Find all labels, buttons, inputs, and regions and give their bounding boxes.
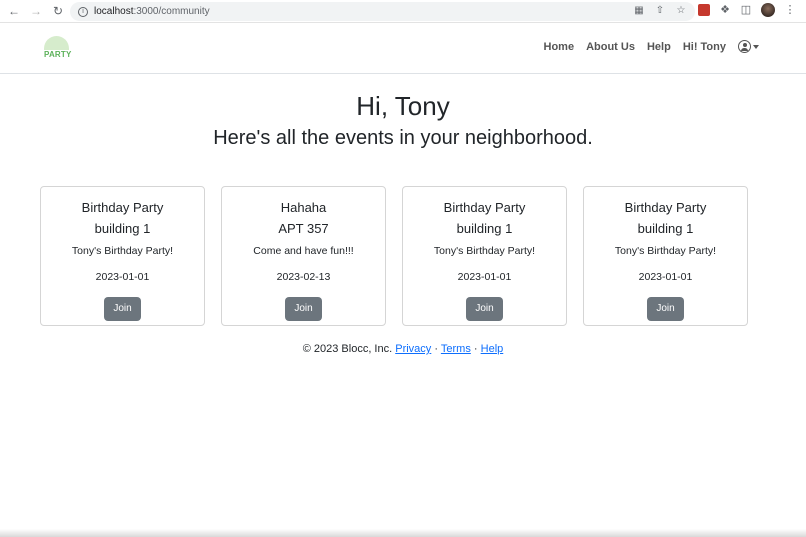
url-path: :3000/community xyxy=(133,6,210,17)
footer-separator: · xyxy=(434,343,439,355)
address-bar[interactable]: i localhost:3000/community ▦ ⇧ ☆ xyxy=(70,2,695,21)
event-date: 2023-01-01 xyxy=(95,271,150,283)
logo-arc xyxy=(44,36,69,50)
site-info-icon[interactable]: i xyxy=(78,6,88,17)
join-button[interactable]: Join xyxy=(285,297,322,321)
event-title: Birthday Party xyxy=(624,200,707,215)
help-link[interactable]: Help xyxy=(481,343,504,355)
event-description: Tony's Birthday Party! xyxy=(614,245,717,257)
star-icon[interactable]: ☆ xyxy=(675,5,687,17)
terms-link[interactable]: Terms xyxy=(441,343,471,355)
event-location: APT 357 xyxy=(278,221,329,236)
event-description: Tony's Birthday Party! xyxy=(71,245,174,257)
user-dropdown[interactable] xyxy=(738,40,759,53)
nav-about-us[interactable]: About Us xyxy=(586,41,635,53)
kebab-menu-icon[interactable]: ⋮ xyxy=(784,4,796,16)
logo-text: PARTY xyxy=(44,50,72,59)
event-location: building 1 xyxy=(94,221,151,236)
browser-toolbar: ← → ↻ i localhost:3000/community ▦ ⇧ ☆ ❖… xyxy=(0,0,806,23)
reload-icon[interactable]: ↻ xyxy=(50,3,66,19)
event-location: building 1 xyxy=(456,221,513,236)
event-card: Hahaha APT 357 Come and have fun!!! 2023… xyxy=(221,186,386,326)
url-host: localhost xyxy=(94,6,134,17)
copyright-text: © 2023 Blocc, Inc. xyxy=(302,343,393,355)
share-icon[interactable]: ⇧ xyxy=(654,5,666,17)
nav-home[interactable]: Home xyxy=(544,41,575,53)
nav-links: Home About Us Help Hi! Tony xyxy=(544,40,759,53)
event-card: Birthday Party building 1 Tony's Birthda… xyxy=(583,186,748,326)
window-bottom-edge xyxy=(0,529,806,537)
join-button[interactable]: Join xyxy=(104,297,141,321)
event-date: 2023-02-13 xyxy=(276,271,331,283)
page-heading: Hi, Tony Here's all the events in your n… xyxy=(0,91,806,151)
events-subheading: Here's all the events in your neighborho… xyxy=(213,127,593,149)
forward-arrow-icon[interactable]: → xyxy=(28,3,44,19)
event-title: Birthday Party xyxy=(443,200,526,215)
caret-down-icon xyxy=(753,44,759,49)
privacy-link[interactable]: Privacy xyxy=(395,343,431,355)
event-card: Birthday Party building 1 Tony's Birthda… xyxy=(402,186,567,326)
user-circle-icon xyxy=(738,40,751,53)
page-footer: © 2023 Blocc, Inc. Privacy · Terms · Hel… xyxy=(0,343,806,355)
nav-help[interactable]: Help xyxy=(647,41,671,53)
join-button[interactable]: Join xyxy=(647,297,684,321)
back-arrow-icon[interactable]: ← xyxy=(6,3,22,19)
party-logo[interactable]: PARTY xyxy=(43,36,72,60)
event-location: building 1 xyxy=(637,221,694,236)
site-navbar: PARTY Home About Us Help Hi! Tony xyxy=(0,23,806,74)
puzzle-icon[interactable]: ❖ xyxy=(719,4,731,16)
event-title: Hahaha xyxy=(280,200,327,215)
join-button[interactable]: Join xyxy=(466,297,503,321)
greeting-title: Hi, Tony xyxy=(356,91,450,121)
translate-icon[interactable]: ▦ xyxy=(633,5,645,17)
profile-avatar[interactable] xyxy=(761,3,775,17)
event-date: 2023-01-01 xyxy=(457,271,512,283)
side-panel-icon[interactable]: ◫ xyxy=(740,4,752,16)
event-description: Come and have fun!!! xyxy=(253,245,354,257)
event-title: Birthday Party xyxy=(81,200,164,215)
event-description: Tony's Birthday Party! xyxy=(433,245,536,257)
event-card: Birthday Party building 1 Tony's Birthda… xyxy=(40,186,205,326)
footer-separator: · xyxy=(473,343,478,355)
event-date: 2023-01-01 xyxy=(638,271,693,283)
extension-icon[interactable] xyxy=(698,4,710,16)
event-cards: Birthday Party building 1 Tony's Birthda… xyxy=(40,186,748,326)
nav-user-greeting[interactable]: Hi! Tony xyxy=(683,41,726,53)
